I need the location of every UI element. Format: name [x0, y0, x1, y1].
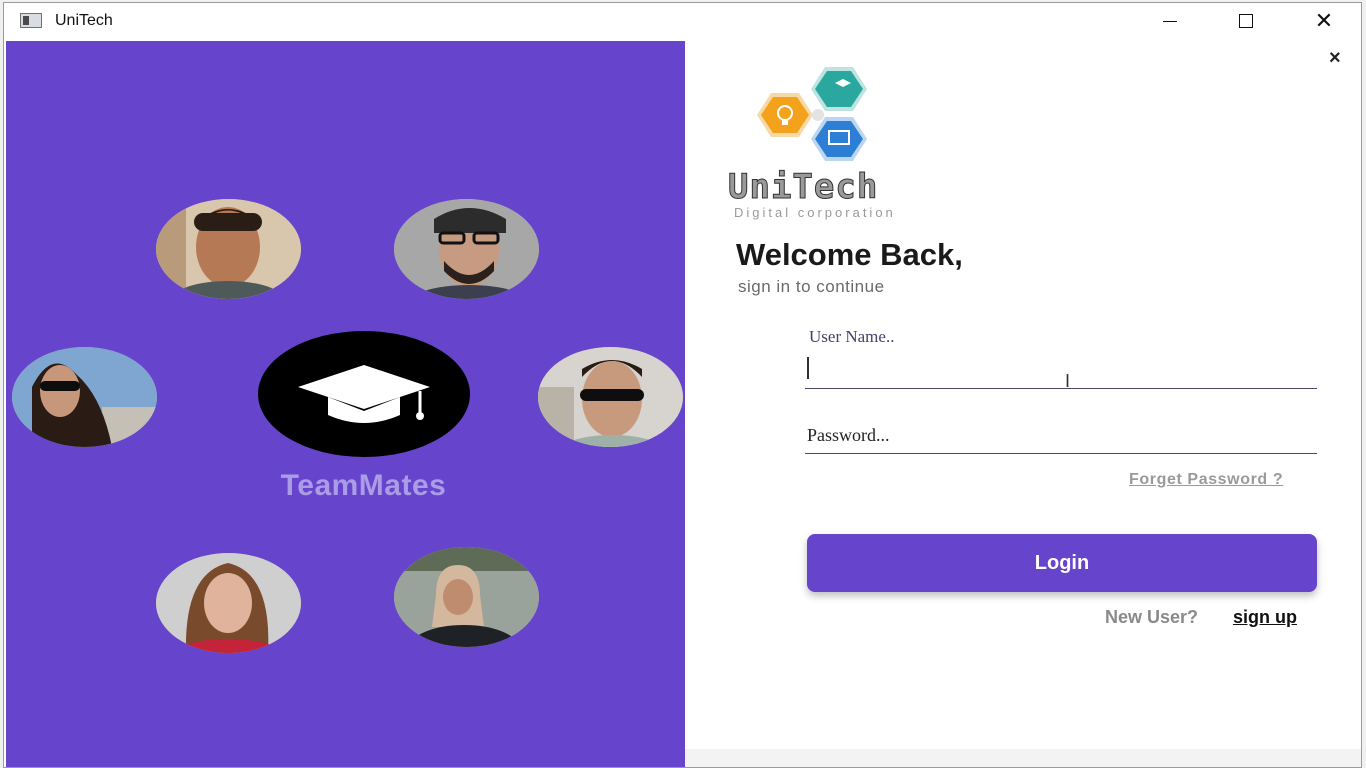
avatar-member-1 [156, 199, 301, 299]
maximize-button[interactable] [1216, 3, 1276, 39]
graduation-cap-icon [298, 365, 430, 423]
minimize-icon [1163, 20, 1177, 22]
unitech-logo: UniTech Digital corporation [725, 63, 955, 223]
welcome-title: Welcome Back, [736, 237, 963, 272]
close-icon: ✕ [1314, 8, 1334, 33]
panel-close-icon[interactable]: × [1329, 47, 1341, 70]
app-window: UniTech ✕ TeamMates × UniTech Digital co… [3, 2, 1362, 768]
welcome-subtitle: sign in to continue [738, 277, 885, 296]
text-cursor [807, 357, 809, 379]
brand-name: UniTech [727, 167, 879, 208]
title-bar[interactable]: UniTech ✕ [4, 3, 1361, 39]
username-input[interactable] [805, 351, 1317, 389]
window-title: UniTech [55, 12, 113, 29]
forget-password-link[interactable]: Forget Password ? [1129, 471, 1283, 489]
avatar-member-3 [12, 347, 157, 447]
close-button[interactable]: ✕ [1294, 3, 1354, 39]
username-label: User Name.. [809, 327, 895, 346]
avatar-member-5 [156, 553, 301, 653]
ibeam-cursor-icon: I [1065, 371, 1071, 391]
new-user-text: New User? [1105, 607, 1199, 627]
login-button[interactable]: Login [807, 534, 1317, 592]
signup-link[interactable]: sign up [1233, 607, 1297, 628]
graduation-badge [258, 331, 470, 457]
minimize-button[interactable] [1140, 3, 1200, 39]
team-caption: TeamMates [280, 469, 447, 502]
maximize-icon [1239, 14, 1253, 28]
panel-bottom-strip [685, 749, 1361, 767]
avatar-member-6 [394, 547, 539, 647]
login-panel: × UniTech Digital corporation Welcome Ba… [685, 41, 1361, 767]
app-icon [20, 13, 42, 28]
team-panel: TeamMates [6, 41, 685, 767]
avatar-member-4 [538, 347, 683, 447]
password-input[interactable] [805, 417, 1317, 454]
avatar-member-2 [394, 199, 539, 299]
brand-tagline: Digital corporation [734, 205, 896, 220]
